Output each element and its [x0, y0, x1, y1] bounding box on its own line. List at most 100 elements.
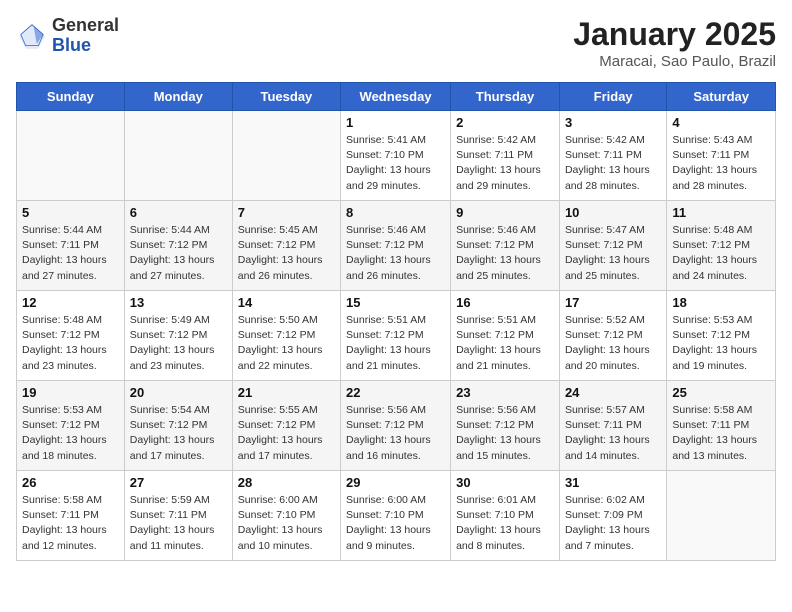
day-number: 8 [346, 205, 445, 220]
calendar-cell: 10Sunrise: 5:47 AMSunset: 7:12 PMDayligh… [559, 201, 666, 291]
day-info: Sunrise: 5:48 AMSunset: 7:12 PMDaylight:… [22, 313, 119, 374]
day-info: Sunrise: 6:01 AMSunset: 7:10 PMDaylight:… [456, 493, 554, 554]
calendar-cell: 13 Sunrise: 5:49 AMSunset: 7:12 PMDayligh… [124, 291, 232, 381]
calendar-week-row: 12Sunrise: 5:48 AMSunset: 7:12 PMDayligh… [17, 291, 776, 381]
day-number: 20 [130, 385, 227, 400]
calendar-week-row: 19Sunrise: 5:53 AMSunset: 7:12 PMDayligh… [17, 381, 776, 471]
calendar-cell: 21 Sunrise: 5:55 AMSunset: 7:12 PMDayligh… [232, 381, 340, 471]
day-number: 22 [346, 385, 445, 400]
calendar-cell [17, 111, 125, 201]
day-number: 17 [565, 295, 661, 310]
day-of-week-header: Sunday [17, 83, 125, 111]
logo-text: General Blue [52, 16, 119, 56]
day-info: Sunrise: 5:41 AMSunset: 7:10 PMDaylight:… [346, 133, 445, 194]
calendar-cell: 26 Sunrise: 5:58 AMSunset: 7:11 PMDayligh… [17, 471, 125, 561]
day-number: 26 [22, 475, 119, 490]
calendar-header: SundayMondayTuesdayWednesdayThursdayFrid… [17, 83, 776, 111]
calendar-week-row: 1 Sunrise: 5:41 AMSunset: 7:10 PMDaylight… [17, 111, 776, 201]
day-number: 11 [672, 205, 770, 220]
calendar-subtitle: Maracai, Sao Paulo, Brazil [573, 53, 776, 70]
calendar-cell [667, 471, 776, 561]
calendar-body: 1 Sunrise: 5:41 AMSunset: 7:10 PMDaylight… [17, 111, 776, 561]
calendar-cell: 24Sunrise: 5:57 AMSunset: 7:11 PMDayligh… [559, 381, 666, 471]
day-info: Sunrise: 5:45 AMSunset: 7:12 PMDaylight:… [238, 223, 335, 284]
day-number: 13 [130, 295, 227, 310]
day-number: 15 [346, 295, 445, 310]
day-number: 29 [346, 475, 445, 490]
calendar-cell: 1 Sunrise: 5:41 AMSunset: 7:10 PMDaylight… [341, 111, 451, 201]
calendar-cell: 23 Sunrise: 5:56 AMSunset: 7:12 PMDayligh… [451, 381, 560, 471]
day-info: Sunrise: 5:54 AMSunset: 7:12 PMDaylight:… [130, 403, 227, 464]
day-number: 6 [130, 205, 227, 220]
title-block: January 2025 Maracai, Sao Paulo, Brazil [573, 16, 776, 70]
day-info: Sunrise: 5:55 AMSunset: 7:12 PMDaylight:… [238, 403, 335, 464]
calendar-cell: 11 Sunrise: 5:48 AMSunset: 7:12 PMDayligh… [667, 201, 776, 291]
day-number: 1 [346, 115, 445, 130]
logo-icon [16, 20, 48, 52]
day-number: 21 [238, 385, 335, 400]
calendar-cell: 9Sunrise: 5:46 AMSunset: 7:12 PMDaylight… [451, 201, 560, 291]
calendar-cell: 19Sunrise: 5:53 AMSunset: 7:12 PMDayligh… [17, 381, 125, 471]
day-info: Sunrise: 5:44 AMSunset: 7:11 PMDaylight:… [22, 223, 119, 284]
day-info: Sunrise: 5:53 AMSunset: 7:12 PMDaylight:… [22, 403, 119, 464]
day-info: Sunrise: 5:42 AMSunset: 7:11 PMDaylight:… [456, 133, 554, 194]
day-number: 23 [456, 385, 554, 400]
day-info: Sunrise: 5:50 AMSunset: 7:12 PMDaylight:… [238, 313, 335, 374]
day-number: 28 [238, 475, 335, 490]
calendar-cell: 7 Sunrise: 5:45 AMSunset: 7:12 PMDaylight… [232, 201, 340, 291]
calendar-week-row: 26 Sunrise: 5:58 AMSunset: 7:11 PMDayligh… [17, 471, 776, 561]
day-number: 2 [456, 115, 554, 130]
day-info: Sunrise: 6:00 AMSunset: 7:10 PMDaylight:… [238, 493, 335, 554]
day-info: Sunrise: 6:00 AMSunset: 7:10 PMDaylight:… [346, 493, 445, 554]
day-number: 7 [238, 205, 335, 220]
day-info: Sunrise: 5:58 AMSunset: 7:11 PMDaylight:… [22, 493, 119, 554]
day-info: Sunrise: 5:48 AMSunset: 7:12 PMDaylight:… [672, 223, 770, 284]
day-number: 14 [238, 295, 335, 310]
calendar-cell: 17 Sunrise: 5:52 AMSunset: 7:12 PMDayligh… [559, 291, 666, 381]
calendar-cell: 27 Sunrise: 5:59 AMSunset: 7:11 PMDayligh… [124, 471, 232, 561]
day-of-week-header: Friday [559, 83, 666, 111]
day-info: Sunrise: 5:51 AMSunset: 7:12 PMDaylight:… [456, 313, 554, 374]
day-info: Sunrise: 5:46 AMSunset: 7:12 PMDaylight:… [346, 223, 445, 284]
calendar-cell: 18Sunrise: 5:53 AMSunset: 7:12 PMDayligh… [667, 291, 776, 381]
day-number: 30 [456, 475, 554, 490]
day-info: Sunrise: 5:56 AMSunset: 7:12 PMDaylight:… [456, 403, 554, 464]
day-info: Sunrise: 5:52 AMSunset: 7:12 PMDaylight:… [565, 313, 661, 374]
day-info: Sunrise: 5:58 AMSunset: 7:11 PMDaylight:… [672, 403, 770, 464]
day-of-week-header: Wednesday [341, 83, 451, 111]
calendar-cell: 29 Sunrise: 6:00 AMSunset: 7:10 PMDayligh… [341, 471, 451, 561]
calendar-cell: 22Sunrise: 5:56 AMSunset: 7:12 PMDayligh… [341, 381, 451, 471]
day-info: Sunrise: 5:53 AMSunset: 7:12 PMDaylight:… [672, 313, 770, 374]
day-number: 9 [456, 205, 554, 220]
calendar-cell: 6Sunrise: 5:44 AMSunset: 7:12 PMDaylight… [124, 201, 232, 291]
day-info: Sunrise: 5:49 AMSunset: 7:12 PMDaylight:… [130, 313, 227, 374]
calendar-cell: 2 Sunrise: 5:42 AMSunset: 7:11 PMDaylight… [451, 111, 560, 201]
calendar-week-row: 5 Sunrise: 5:44 AMSunset: 7:11 PMDaylight… [17, 201, 776, 291]
day-number: 5 [22, 205, 119, 220]
day-info: Sunrise: 5:43 AMSunset: 7:11 PMDaylight:… [672, 133, 770, 194]
calendar-cell: 28 Sunrise: 6:00 AMSunset: 7:10 PMDayligh… [232, 471, 340, 561]
page-header: General Blue January 2025 Maracai, Sao P… [16, 16, 776, 70]
day-number: 4 [672, 115, 770, 130]
calendar-cell: 12Sunrise: 5:48 AMSunset: 7:12 PMDayligh… [17, 291, 125, 381]
calendar-cell: 30 Sunrise: 6:01 AMSunset: 7:10 PMDayligh… [451, 471, 560, 561]
day-number: 16 [456, 295, 554, 310]
day-info: Sunrise: 5:42 AMSunset: 7:11 PMDaylight:… [565, 133, 661, 194]
calendar-cell: 4 Sunrise: 5:43 AMSunset: 7:11 PMDaylight… [667, 111, 776, 201]
calendar-cell: 14 Sunrise: 5:50 AMSunset: 7:12 PMDayligh… [232, 291, 340, 381]
day-number: 27 [130, 475, 227, 490]
day-number: 25 [672, 385, 770, 400]
calendar-cell: 8 Sunrise: 5:46 AMSunset: 7:12 PMDaylight… [341, 201, 451, 291]
day-of-week-header: Thursday [451, 83, 560, 111]
calendar-cell [232, 111, 340, 201]
day-info: Sunrise: 5:57 AMSunset: 7:11 PMDaylight:… [565, 403, 661, 464]
calendar-cell: 25 Sunrise: 5:58 AMSunset: 7:11 PMDayligh… [667, 381, 776, 471]
day-of-week-header: Tuesday [232, 83, 340, 111]
calendar-cell: 20 Sunrise: 5:54 AMSunset: 7:12 PMDayligh… [124, 381, 232, 471]
day-info: Sunrise: 5:59 AMSunset: 7:11 PMDaylight:… [130, 493, 227, 554]
calendar-cell: 3 Sunrise: 5:42 AMSunset: 7:11 PMDaylight… [559, 111, 666, 201]
calendar-cell: 5 Sunrise: 5:44 AMSunset: 7:11 PMDaylight… [17, 201, 125, 291]
calendar-cell [124, 111, 232, 201]
day-number: 3 [565, 115, 661, 130]
day-info: Sunrise: 5:47 AMSunset: 7:12 PMDaylight:… [565, 223, 661, 284]
